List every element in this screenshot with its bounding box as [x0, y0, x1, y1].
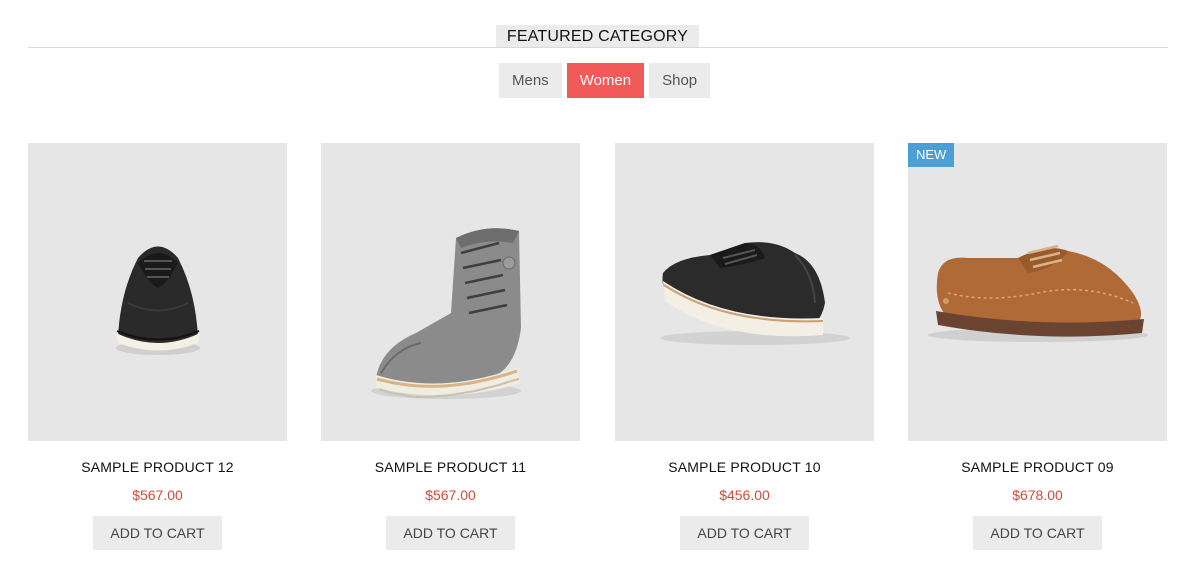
- section-divider: [28, 47, 1168, 48]
- product-name[interactable]: SAMPLE PRODUCT 10: [615, 459, 874, 475]
- product-image[interactable]: [28, 143, 287, 441]
- product-image[interactable]: NEW: [908, 143, 1167, 441]
- category-tabs: Mens Women Shop: [499, 63, 715, 98]
- product-name[interactable]: SAMPLE PRODUCT 11: [321, 459, 580, 475]
- product-grid: SAMPLE PRODUCT 12 $567.00 ADD TO CART SA…: [0, 143, 1191, 563]
- tab-women[interactable]: Women: [566, 63, 645, 98]
- add-to-cart-button[interactable]: ADD TO CART: [973, 516, 1102, 550]
- add-to-cart-button[interactable]: ADD TO CART: [93, 516, 222, 550]
- section-header: FEATURED CATEGORY: [28, 25, 1168, 49]
- product-image[interactable]: [321, 143, 580, 441]
- section-title: FEATURED CATEGORY: [496, 25, 699, 47]
- product-name[interactable]: SAMPLE PRODUCT 12: [28, 459, 287, 475]
- product-price: $456.00: [719, 487, 770, 503]
- product-card: SAMPLE PRODUCT 12 $567.00 ADD TO CART: [28, 143, 287, 550]
- product-price: $678.00: [1012, 487, 1063, 503]
- black-oxford-shoe-image: [660, 242, 850, 345]
- black-derby-shoe-image: [116, 246, 200, 355]
- add-to-cart-button[interactable]: ADD TO CART: [386, 516, 515, 550]
- brown-derby-shoe-image: [928, 244, 1148, 342]
- product-name[interactable]: SAMPLE PRODUCT 09: [908, 459, 1167, 475]
- grey-suede-boot-image: [371, 228, 521, 399]
- product-card: SAMPLE PRODUCT 10 $456.00 ADD TO CART: [615, 143, 874, 550]
- tab-mens[interactable]: Mens: [499, 63, 562, 98]
- add-to-cart-button[interactable]: ADD TO CART: [680, 516, 809, 550]
- product-price: $567.00: [425, 487, 476, 503]
- product-price: $567.00: [132, 487, 183, 503]
- product-image[interactable]: [615, 143, 874, 441]
- product-card: SAMPLE PRODUCT 11 $567.00 ADD TO CART: [321, 143, 580, 550]
- tab-shop[interactable]: Shop: [649, 63, 711, 98]
- product-card: NEW SAMPLE PRODUCT 09 $678.00 ADD TO CAR…: [908, 143, 1167, 550]
